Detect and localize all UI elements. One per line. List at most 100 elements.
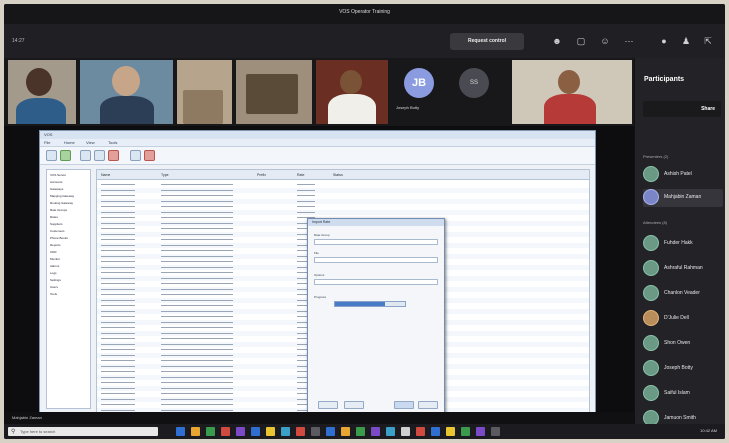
taskbar-app-icon[interactable] [176, 427, 185, 436]
taskbar-app-icon[interactable] [236, 427, 245, 436]
file-field[interactable] [314, 257, 438, 263]
tree-item[interactable]: Phone Books [50, 236, 68, 240]
table-row[interactable] [97, 182, 589, 187]
taskbar-app-icon[interactable] [431, 427, 440, 436]
tree-item[interactable]: Monitor [50, 257, 60, 261]
tree-item[interactable]: CDR [50, 250, 57, 254]
navigation-tree[interactable]: VOS Server Accounts Gateways Mapping Gat… [46, 169, 91, 409]
table-row[interactable] [97, 204, 589, 209]
tree-item[interactable]: Users [50, 285, 58, 289]
request-control-button[interactable]: Request control [450, 33, 524, 50]
mic-icon[interactable]: ♟ [681, 36, 691, 46]
video-tile[interactable] [316, 60, 388, 124]
dialog-button[interactable] [344, 401, 364, 409]
column-header[interactable]: Name [101, 173, 110, 177]
share-invite-box[interactable]: Share [643, 101, 721, 117]
participant-row[interactable]: Shon Owen [643, 335, 723, 353]
dialog-button[interactable] [318, 401, 338, 409]
taskbar-app-icon[interactable] [251, 427, 260, 436]
table-row[interactable] [97, 198, 589, 204]
taskbar-search[interactable]: ⚲ Type here to search [8, 427, 158, 436]
participant-row[interactable]: Chanlon Veader [643, 285, 723, 303]
taskbar-app-icon[interactable] [206, 427, 215, 436]
participant-row[interactable]: Fuhder Hakk [643, 235, 723, 253]
participant-row[interactable]: Joseph Botty [643, 360, 723, 378]
chat-icon[interactable]: ▢ [576, 36, 586, 46]
taskbar-app-icon[interactable] [326, 427, 335, 436]
options-field[interactable] [314, 279, 438, 285]
tree-item[interactable]: Suppliers [50, 222, 63, 226]
add-icon[interactable] [80, 150, 91, 161]
column-header[interactable]: Prefix [257, 173, 266, 177]
edit-icon[interactable] [94, 150, 105, 161]
video-tile[interactable] [80, 60, 173, 124]
dialog-cancel-button[interactable] [418, 401, 438, 409]
shared-app-window[interactable]: VOS File Home View Tools VOS Server Acco… [39, 130, 596, 420]
avatar-grey[interactable]: SS [459, 68, 489, 98]
column-header[interactable]: Rate [297, 173, 304, 177]
column-header[interactable]: Type [161, 173, 169, 177]
video-tile[interactable] [236, 60, 312, 124]
table-row[interactable] [97, 187, 589, 193]
rate-group-field[interactable] [314, 239, 438, 245]
tree-item[interactable]: Alarms [50, 264, 59, 268]
tree-item[interactable]: Settings [50, 278, 61, 282]
menu-tab-home[interactable]: Home [64, 140, 75, 145]
open-icon[interactable] [46, 150, 57, 161]
tree-item[interactable]: Rates [50, 215, 58, 219]
taskbar-app-icon[interactable] [386, 427, 395, 436]
taskbar-app-icon[interactable] [371, 427, 380, 436]
table-row[interactable] [97, 193, 589, 198]
participant-row[interactable]: Saiful Islam [643, 385, 723, 403]
taskbar-app-icon[interactable] [266, 427, 275, 436]
taskbar-app-icon[interactable] [296, 427, 305, 436]
taskbar-app-icon[interactable] [416, 427, 425, 436]
people-icon[interactable]: ☻ [552, 36, 562, 46]
camera-icon[interactable]: ● [659, 36, 669, 46]
taskbar-app-icon[interactable] [221, 427, 230, 436]
taskbar-app-icon[interactable] [341, 427, 350, 436]
tree-item[interactable]: Routing Gateway [50, 201, 73, 205]
tree-item[interactable]: Customers [50, 229, 65, 233]
tree-item[interactable]: Tools [50, 292, 57, 296]
taskbar-app-icon[interactable] [446, 427, 455, 436]
participant-row[interactable]: D'Julie Dell [643, 310, 723, 328]
video-tile[interactable] [8, 60, 76, 124]
participant-row[interactable]: Ashraful Rahman [643, 260, 723, 278]
menu-tab-view[interactable]: View [86, 140, 95, 145]
taskbar-app-icon[interactable] [476, 427, 485, 436]
taskbar-app-icon[interactable] [461, 427, 470, 436]
participant-row[interactable]: Mahjabin Zaman [643, 189, 723, 207]
tree-item[interactable]: Rate Groups [50, 208, 67, 212]
table-row[interactable] [97, 209, 589, 215]
data-list[interactable]: Name Type Prefix Rate Status Import Rate… [96, 169, 590, 414]
refresh-icon[interactable] [130, 150, 141, 161]
save-icon[interactable] [60, 150, 71, 161]
tree-item[interactable]: Accounts [50, 180, 62, 184]
column-header[interactable]: Status [333, 173, 343, 177]
taskbar-app-icon[interactable] [401, 427, 410, 436]
taskbar-app-icon[interactable] [191, 427, 200, 436]
menu-tab-tools[interactable]: Tools [108, 140, 117, 145]
taskbar-app-icon[interactable] [281, 427, 290, 436]
share-tray-icon[interactable]: ⇱ [703, 36, 713, 46]
taskbar-app-icon[interactable] [356, 427, 365, 436]
taskbar-app-icon[interactable] [491, 427, 500, 436]
tree-item[interactable]: Gateways [50, 187, 63, 191]
tree-item[interactable]: Mapping Gateway [50, 194, 74, 198]
tree-item[interactable]: VOS Server [50, 173, 66, 177]
delete-icon[interactable] [108, 150, 119, 161]
video-tile[interactable] [512, 60, 632, 124]
participant-row[interactable]: Ashish Patel [643, 166, 723, 184]
more-icon[interactable]: ⋯ [624, 36, 634, 46]
taskbar-app-icon[interactable] [311, 427, 320, 436]
menu-tab-file[interactable]: File [44, 140, 50, 145]
import-dialog[interactable]: Import Rate Rate Group File Options Prog… [307, 218, 445, 413]
avatar-jb[interactable]: JB [404, 68, 434, 98]
tree-item[interactable]: Reports [50, 243, 61, 247]
video-tile[interactable] [177, 60, 232, 124]
dialog-ok-button[interactable] [394, 401, 414, 409]
close-icon[interactable] [144, 150, 155, 161]
reactions-icon[interactable]: ☺ [600, 36, 610, 46]
tree-item[interactable]: Logs [50, 271, 57, 275]
